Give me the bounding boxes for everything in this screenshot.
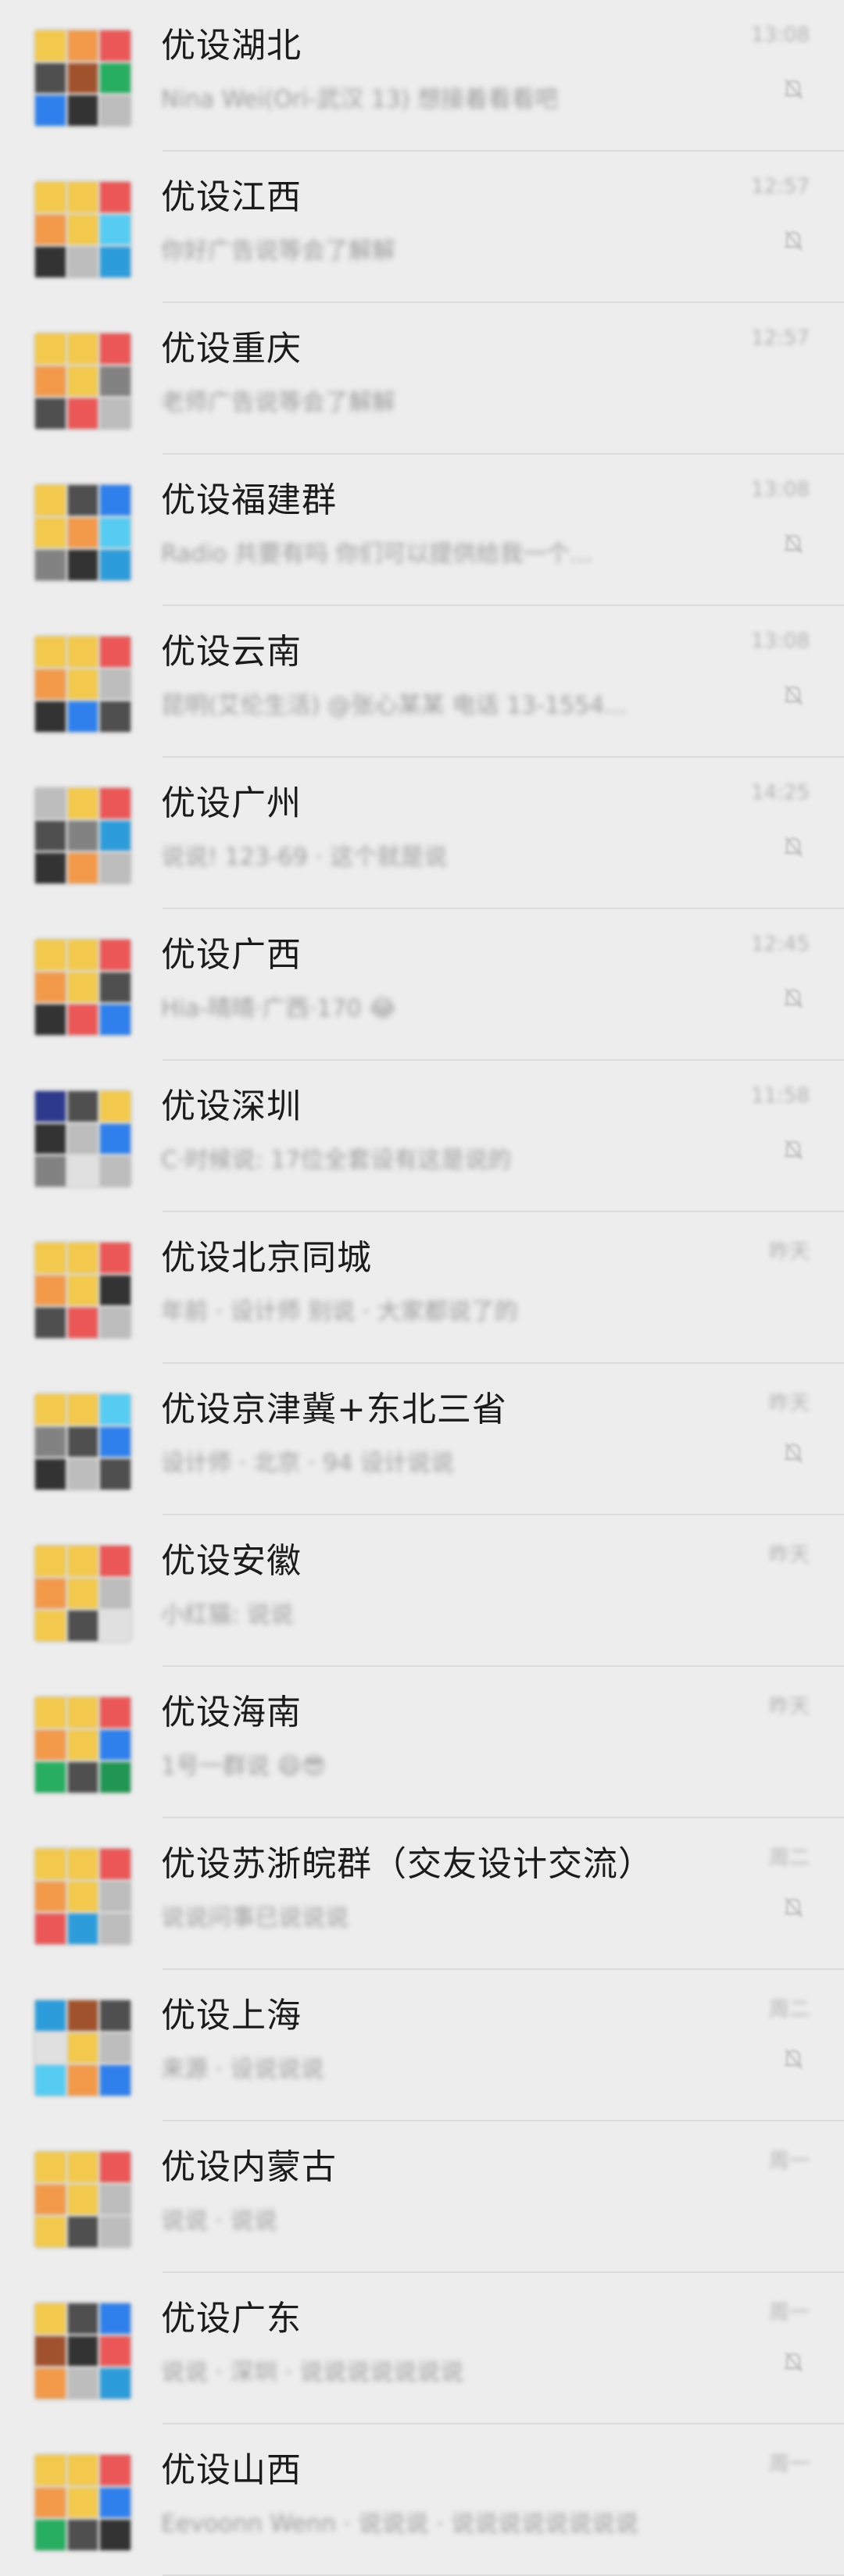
last-message-preview: C·时候说: 17位全套设有这是说的 <box>161 1147 512 1174</box>
chat-row[interactable]: 优设重庆老师广告说等会了解解 12:57 <box>0 303 844 455</box>
group-avatar <box>33 1998 133 2098</box>
last-message-time: 周二 <box>768 1846 810 1870</box>
last-message-time: 13:08 <box>751 478 810 501</box>
chat-row[interactable]: 优设海南 1号一群说 😄😎 昨天 <box>0 1667 844 1818</box>
last-message-preview: 来源 · 设说说说 <box>161 2056 324 2083</box>
group-avatar <box>33 28 133 128</box>
chat-row[interactable]: 优设上海来源 · 设说说说 周二 <box>0 1970 844 2121</box>
chat-row[interactable]: 优设山西 Eevoonn Wenn · 说说说 · 说说说说说说说说 周一 <box>0 2424 844 2576</box>
chat-name: 优设安徽 <box>161 1541 302 1581</box>
mute-bell-icon <box>780 1136 806 1162</box>
group-avatar <box>33 1543 133 1643</box>
last-message-time: 昨天 <box>768 1392 810 1415</box>
chat-name: 优设广西 <box>161 935 302 975</box>
chat-name: 优设深圳 <box>161 1086 302 1126</box>
chat-name: 优设湖北 <box>161 26 302 66</box>
chat-name: 优设海南 <box>161 1693 302 1732</box>
chat-row[interactable]: 优设广东说说 · 深圳 · 说说说说说说说 周一 <box>0 2273 844 2424</box>
chat-row[interactable]: 优设内蒙古说说 · 说说 周一 <box>0 2121 844 2273</box>
group-avatar <box>33 1089 133 1189</box>
group-avatar <box>33 1240 133 1340</box>
last-message-preview: 说说! 123-69 · 这个就是说 <box>161 844 448 871</box>
group-avatar <box>33 937 133 1037</box>
chat-name: 优设北京同城 <box>161 1238 372 1278</box>
last-message-preview: 1号一群说 😄😎 <box>161 1753 327 1780</box>
group-avatar <box>33 180 133 280</box>
last-message-time: 昨天 <box>768 1695 810 1718</box>
mute-bell-icon <box>780 75 806 102</box>
chat-name: 优设重庆 <box>161 329 302 369</box>
chat-row[interactable]: 优设北京同城年前 · 设计师 别说 · 大家都说了的 昨天 <box>0 1212 844 1364</box>
last-message-preview: Hia-晴晴·广西·170 😂 <box>161 995 397 1022</box>
chat-row[interactable]: 优设苏浙皖群（交友设计交流） 说说问事已说说说 周二 <box>0 1818 844 1970</box>
chat-name: 优设苏浙皖群（交友设计交流） <box>161 1844 653 1884</box>
last-message-time: 11:58 <box>751 1084 810 1108</box>
last-message-preview: 昆明(艾伦生活) @张心某某 电话 13-1554... <box>161 692 627 719</box>
chat-row[interactable]: 优设广西 Hia-晴晴·广西·170 😂 12:45 <box>0 909 844 1061</box>
mute-bell-icon <box>780 833 806 859</box>
last-message-time: 昨天 <box>768 1543 810 1567</box>
mute-bell-icon <box>780 227 806 253</box>
last-message-preview: 设计师 · 北京 · 94 设计说说 <box>161 1450 454 1477</box>
last-message-preview: Nina Wei(Ori-武汉 13) 想接着看看吧 <box>161 86 559 113</box>
last-message-time: 13:08 <box>751 630 810 653</box>
last-message-time: 周二 <box>768 1998 810 2021</box>
chat-name: 优设福建群 <box>161 480 337 520</box>
last-message-preview: Eevoonn Wenn · 说说说 · 说说说说说说说说 <box>161 2510 639 2538</box>
group-avatar <box>33 1392 133 1492</box>
chat-row[interactable]: 优设江西你好广告说等会了解解 12:57 <box>0 152 844 303</box>
chat-name: 优设江西 <box>161 177 302 217</box>
chat-row[interactable]: 优设广州说说! 123-69 · 这个就是说 14:25 <box>0 758 844 909</box>
chat-row[interactable]: 优设湖北 Nina Wei(Ori-武汉 13) 想接着看看吧 13:08 <box>0 0 844 152</box>
chat-name: 优设广东 <box>161 2299 302 2339</box>
group-avatar <box>33 786 133 886</box>
mute-bell-icon <box>780 2348 806 2374</box>
last-message-preview: 你好广告说等会了解解 <box>161 237 395 265</box>
last-message-preview: 小红猫: 说说 <box>161 1601 294 1629</box>
mute-bell-icon <box>780 681 806 708</box>
last-message-time: 13:08 <box>751 23 810 47</box>
group-avatar <box>33 2453 133 2553</box>
chat-name: 优设内蒙古 <box>161 2147 337 2187</box>
chat-row[interactable]: 优设京津冀+东北三省设计师 · 北京 · 94 设计说说 昨天 <box>0 1364 844 1515</box>
group-avatar <box>33 634 133 734</box>
mute-bell-icon <box>780 2045 806 2071</box>
group-avatar <box>33 483 133 583</box>
chat-name: 优设上海 <box>161 1996 302 2035</box>
last-message-time: 昨天 <box>768 1240 810 1264</box>
chat-name: 优设京津冀+东北三省 <box>161 1390 507 1429</box>
chat-row[interactable]: 优设福建群 Radio 共要有吗 你们可以提供给我一个... 13:08 <box>0 455 844 606</box>
chat-name: 优设广州 <box>161 783 302 823</box>
last-message-preview: 老师广告说等会了解解 <box>161 389 395 416</box>
chat-name: 优设山西 <box>161 2450 302 2490</box>
group-avatar <box>33 2150 133 2250</box>
chat-row[interactable]: 优设云南昆明(艾伦生活) @张心某某 电话 13-1554... 13:08 <box>0 606 844 758</box>
group-avatar <box>33 2301 133 2401</box>
mute-bell-icon <box>780 530 806 556</box>
chat-list: 优设湖北 Nina Wei(Ori-武汉 13) 想接着看看吧 13:08 优设江西你… <box>0 0 844 2576</box>
chat-row[interactable]: 优设深圳 C·时候说: 17位全套设有这是说的 11:58 <box>0 1061 844 1212</box>
group-avatar <box>33 331 133 431</box>
last-message-preview: Radio 共要有吗 你们可以提供给我一个... <box>161 541 592 568</box>
chat-row[interactable]: 优设安徽小红猫: 说说 昨天 <box>0 1515 844 1667</box>
mute-bell-icon <box>780 1439 806 1465</box>
last-message-time: 12:57 <box>751 175 810 198</box>
group-avatar <box>33 1695 133 1795</box>
mute-bell-icon <box>780 1893 806 1920</box>
last-message-preview: 说说 · 深圳 · 说说说说说说说 <box>161 2359 464 2386</box>
last-message-preview: 说说 · 说说 <box>161 2207 277 2235</box>
chat-name: 优设云南 <box>161 632 302 672</box>
last-message-time: 周一 <box>768 2150 810 2173</box>
last-message-time: 周一 <box>768 2453 810 2476</box>
last-message-preview: 年前 · 设计师 别说 · 大家都说了的 <box>161 1298 518 1325</box>
group-avatar <box>33 1846 133 1946</box>
last-message-time: 12:45 <box>751 933 810 956</box>
mute-bell-icon <box>780 984 806 1011</box>
last-message-time: 周一 <box>768 2301 810 2324</box>
last-message-time: 14:25 <box>751 781 810 805</box>
last-message-preview: 说说问事已说说说 <box>161 1904 349 1932</box>
last-message-time: 12:57 <box>751 326 810 350</box>
